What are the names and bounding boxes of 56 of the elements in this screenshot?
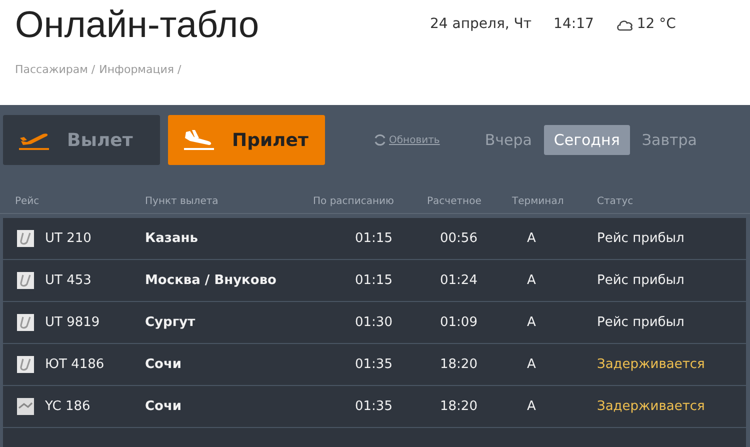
column-header: Пункт вылета xyxy=(145,196,218,207)
table-cell-text: ЮТ 4186 xyxy=(45,356,104,374)
airline-logo-icon xyxy=(17,314,34,331)
direction-tab[interactable]: Прилет xyxy=(168,115,325,165)
table-cell: A xyxy=(527,272,536,288)
column-header: Статус xyxy=(597,196,634,207)
direction-tab[interactable]: Вылет xyxy=(3,115,160,165)
table-cell: 01:24 xyxy=(440,272,478,288)
table-cell: A xyxy=(527,230,536,246)
table-cell: Рейс прибыл xyxy=(597,272,684,288)
table-cell: Рейс прибыл xyxy=(597,230,684,246)
table-cell-text: UT 453 xyxy=(45,272,92,290)
table-cell: Москва / Внуково xyxy=(145,272,276,288)
temperature-text: 12 °C xyxy=(636,14,676,34)
table-cell: A xyxy=(527,356,536,372)
table-cell: A xyxy=(527,314,536,330)
table-cell: 01:35 xyxy=(355,398,392,414)
breadcrumb-link[interactable]: Пассажирам / xyxy=(15,62,96,78)
cloud-icon xyxy=(616,18,634,30)
table-cell-text: UT 9819 xyxy=(45,314,100,332)
landing-plane-icon xyxy=(182,129,216,151)
table-cell: 01:30 xyxy=(355,314,392,330)
table-cell: 01:09 xyxy=(440,314,478,330)
column-header: Терминал xyxy=(512,196,564,207)
table-cell-text: YC 186 xyxy=(45,398,90,416)
table-cell: 00:56 xyxy=(440,230,478,246)
airline-logo-icon xyxy=(17,398,34,415)
table-cell: A xyxy=(527,398,536,414)
day-tab[interactable]: Завтра xyxy=(632,125,707,155)
table-cell: 01:35 xyxy=(355,356,392,372)
table-cell: 01:15 xyxy=(355,230,392,246)
table-cell: 01:15 xyxy=(355,272,392,288)
page-title: Онлайн-табло xyxy=(15,6,260,42)
clock-text: 14:17 xyxy=(554,14,594,34)
table-cell-text: UT 210 xyxy=(45,230,92,248)
day-tab[interactable]: Вчера xyxy=(474,125,542,155)
refresh-button[interactable]: Обновить xyxy=(373,132,440,148)
table-cell: Задерживается xyxy=(597,398,705,414)
column-header: Рейс xyxy=(15,196,40,207)
table-cell: Сочи xyxy=(145,398,182,414)
table-cell: 18:20 xyxy=(440,398,478,414)
table-cell: 18:20 xyxy=(440,356,478,372)
table-cell: Казань xyxy=(145,230,198,246)
table-cell: Сочи xyxy=(145,356,182,372)
breadcrumb-link[interactable]: Информация / xyxy=(99,62,182,78)
date-text: 24 апреля, Чт xyxy=(430,14,532,34)
table-cell: Задерживается xyxy=(597,356,705,372)
airline-logo-icon xyxy=(17,356,34,373)
refresh-icon xyxy=(373,133,387,147)
table-cell: Рейс прибыл xyxy=(597,314,684,330)
airline-logo-icon xyxy=(17,230,34,247)
airline-logo-icon xyxy=(17,272,34,289)
column-header: Расчетное xyxy=(427,196,482,207)
column-header: По расписанию xyxy=(313,196,394,207)
table-cell: Сургут xyxy=(145,314,196,330)
day-tab[interactable]: Сегодня xyxy=(544,125,630,155)
